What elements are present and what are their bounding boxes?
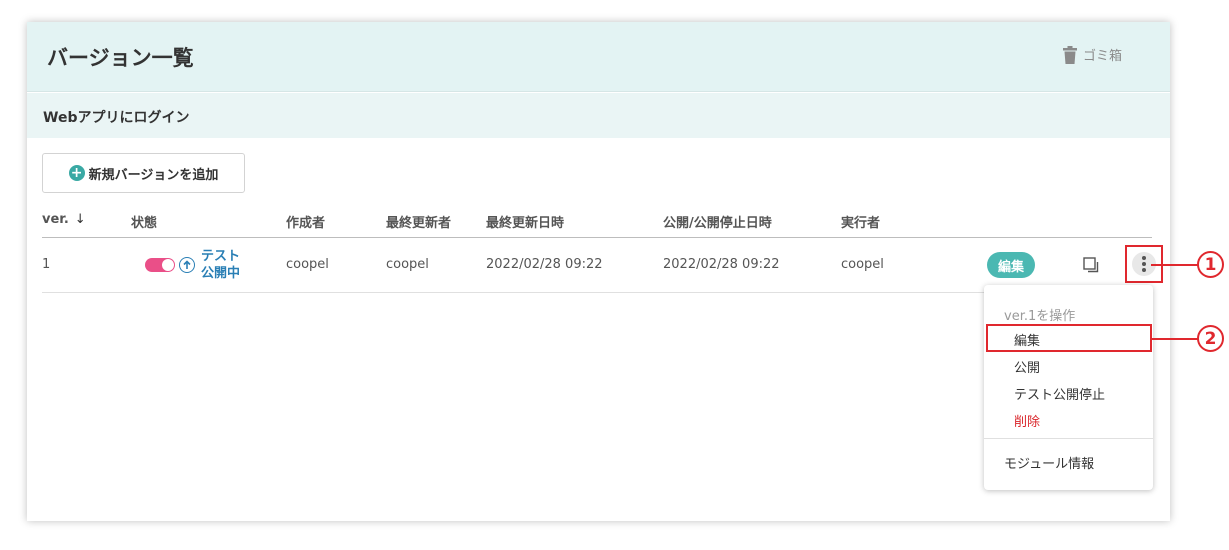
column-header-status: 状態 bbox=[131, 216, 158, 231]
menu-edit-highlight bbox=[986, 324, 1152, 352]
column-header-executor: 実行者 bbox=[841, 216, 881, 231]
menu-item-stop-test-publish[interactable]: テスト公開停止 bbox=[1014, 384, 1105, 403]
kebab-dot bbox=[1142, 262, 1146, 266]
sort-down-icon[interactable]: ↓ bbox=[75, 212, 86, 227]
plus-circle-icon: + bbox=[68, 165, 85, 181]
trash-button[interactable]: ゴミ箱 bbox=[1063, 45, 1122, 64]
app-name: Webアプリにログイン bbox=[43, 110, 190, 126]
column-header-updater: 最終更新者 bbox=[386, 216, 452, 231]
trash-icon bbox=[1063, 45, 1077, 64]
toggle-knob bbox=[162, 259, 174, 271]
published-at-cell: 2022/02/28 09:22 bbox=[663, 257, 780, 272]
column-header-ver[interactable]: ver. ↓ bbox=[42, 212, 86, 227]
card-header: バージョン一覧 ゴミ箱 bbox=[27, 22, 1170, 92]
column-header-updated-at: 最終更新日時 bbox=[486, 216, 565, 231]
executor-cell: coopel bbox=[841, 257, 884, 272]
arrow-up-circle-icon bbox=[179, 257, 195, 273]
screen: バージョン一覧 ゴミ箱 Webアプリにログイン + 新規バージョンを追加 ver… bbox=[0, 0, 1229, 550]
callout-line-1 bbox=[1151, 264, 1198, 266]
updated-at-cell: 2022/02/28 09:22 bbox=[486, 257, 603, 272]
menu-item-delete[interactable]: 削除 bbox=[1014, 411, 1040, 430]
column-header-published-at: 公開/公開停止日時 bbox=[663, 216, 772, 231]
copy-icon[interactable] bbox=[1083, 257, 1099, 273]
menu-divider bbox=[984, 438, 1153, 439]
updater-cell: coopel bbox=[386, 257, 429, 272]
menu-item-module-info[interactable]: モジュール情報 bbox=[1004, 453, 1094, 472]
callout-marker-2: 2 bbox=[1197, 325, 1224, 352]
page-title: バージョン一覧 bbox=[47, 46, 194, 70]
trash-label: ゴミ箱 bbox=[1083, 49, 1123, 64]
creator-cell: coopel bbox=[286, 257, 329, 272]
version-number: 1 bbox=[42, 257, 51, 272]
add-version-button[interactable]: + 新規バージョンを追加 bbox=[42, 153, 245, 193]
menu-heading: ver.1を操作 bbox=[1004, 309, 1076, 324]
app-subheader: Webアプリにログイン bbox=[27, 93, 1170, 138]
edit-button[interactable]: 編集 bbox=[987, 252, 1035, 278]
add-version-label: 新規バージョンを追加 bbox=[88, 167, 219, 183]
version-context-menu: ver.1を操作 編集 公開 テスト公開停止 削除 モジュール情報 bbox=[984, 285, 1153, 490]
column-header-creator: 作成者 bbox=[286, 216, 326, 231]
kebab-dot bbox=[1142, 256, 1146, 260]
status-link[interactable]: テスト 公開中 bbox=[201, 248, 240, 282]
menu-item-publish[interactable]: 公開 bbox=[1014, 357, 1040, 376]
callout-line-2 bbox=[1152, 338, 1198, 340]
callout-marker-1: 1 bbox=[1197, 251, 1224, 278]
publish-toggle[interactable] bbox=[145, 258, 175, 272]
kebab-dot bbox=[1142, 268, 1146, 272]
menu-item-edit[interactable]: 編集 bbox=[1014, 330, 1040, 349]
table-header: ver. ↓ 状態 作成者 最終更新者 最終更新日時 公開/公開停止日時 実行者 bbox=[42, 208, 1152, 238]
